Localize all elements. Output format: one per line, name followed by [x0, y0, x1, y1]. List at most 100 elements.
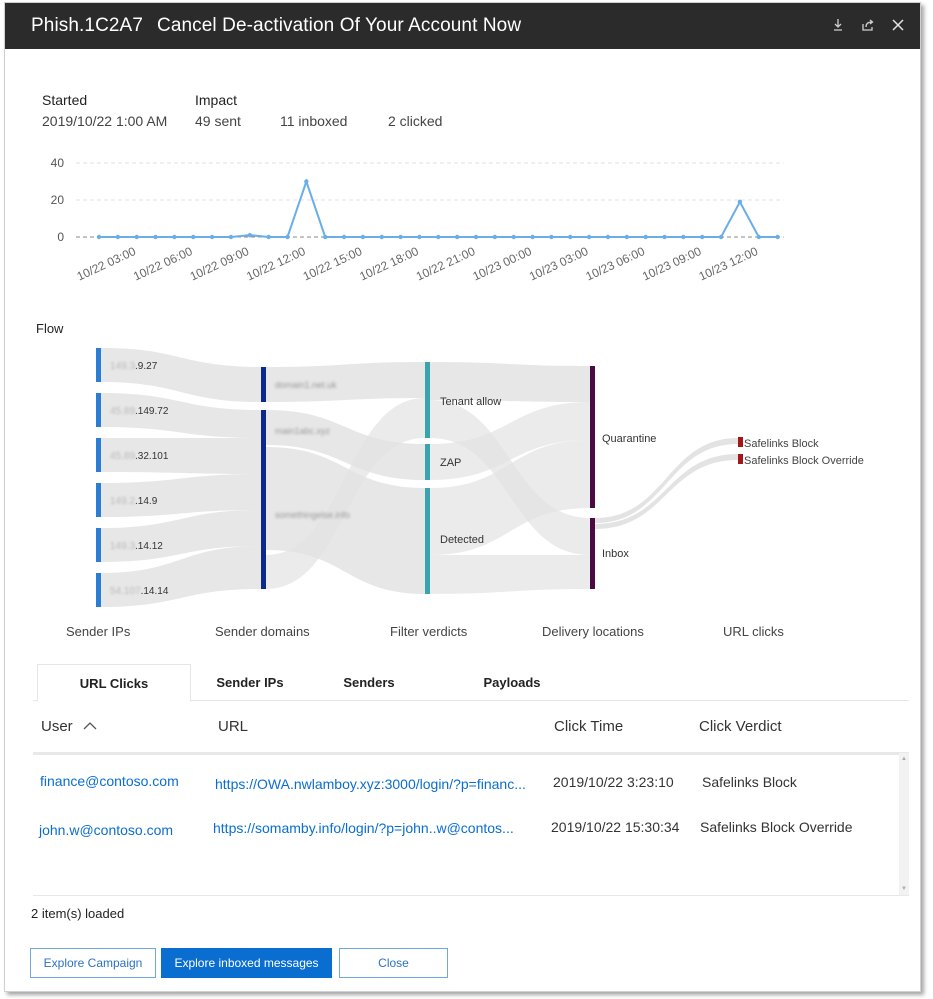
data-point	[530, 234, 535, 240]
clicked-count: 2 clicked	[388, 113, 443, 129]
items-loaded-status: 2 item(s) loaded	[31, 906, 125, 921]
x-tick-label: 10/22 09:00	[188, 244, 252, 284]
column-header-user[interactable]: User	[41, 718, 97, 735]
explore-campaign-button[interactable]: Explore Campaign	[30, 948, 156, 978]
campaign-title: Cancel De-activation Of Your Account Now	[157, 15, 522, 36]
sender-domain-label: domain1.net.uk	[275, 380, 337, 390]
url-click-node	[738, 454, 743, 464]
data-point	[718, 234, 724, 240]
tab-senders[interactable]: Senders	[339, 664, 399, 700]
stage-label-filter-verdicts: Filter verdicts	[390, 624, 468, 639]
data-point	[153, 234, 158, 240]
data-point	[586, 234, 592, 240]
data-point	[436, 234, 441, 240]
impact-label: Impact	[195, 92, 238, 108]
table-row[interactable]: finance@contoso.com https://OWA.nwlamboy…	[33, 771, 893, 811]
data-point	[323, 234, 328, 240]
sender-ip-label: 149.3.14.12	[110, 541, 163, 552]
tab-sender-ips[interactable]: Sender IPs	[213, 664, 287, 700]
x-tick-label: 10/22 03:00	[75, 244, 139, 284]
data-point	[511, 234, 516, 240]
x-tick-label: 10/23 03:00	[527, 244, 591, 284]
inboxed-count: 11 inboxed	[280, 113, 348, 129]
x-tick-label: 10/22 21:00	[414, 244, 478, 284]
sender-ip-node	[96, 483, 101, 517]
url-click-label: Safelinks Block Override	[744, 455, 864, 467]
scroll-down-arrow-icon[interactable]: ▼	[901, 886, 907, 892]
explore-inboxed-messages-button[interactable]: Explore inboxed messages	[161, 948, 332, 978]
series-line	[99, 178, 778, 238]
tab-url-clicks[interactable]: URL Clicks	[37, 664, 191, 702]
data-point	[417, 234, 422, 240]
url-click-label: Safelinks Block	[744, 438, 819, 450]
column-header-click-verdict[interactable]: Click Verdict	[699, 718, 782, 735]
flow-link	[595, 438, 738, 523]
click-time: 2019/10/22 15:30:34	[551, 819, 680, 835]
sender-domain-label: somethingelse.info	[275, 510, 350, 520]
close-button[interactable]: Close	[339, 948, 448, 978]
stage-label-delivery-locations: Delivery locations	[542, 624, 644, 639]
user-link[interactable]: john.w@contoso.com	[39, 822, 173, 838]
scroll-up-arrow-icon[interactable]: ▲	[901, 756, 907, 762]
x-tick-label: 10/23 06:00	[584, 244, 648, 284]
delivery-location-node	[590, 518, 595, 589]
click-verdict: Safelinks Block Override	[700, 819, 853, 835]
filter-verdict-node	[425, 488, 430, 594]
click-time: 2019/10/22 3:23:10	[553, 774, 674, 790]
data-point	[643, 234, 648, 240]
sender-ip-label: 149.2.14.9	[110, 496, 158, 507]
url-clicks-table: finance@contoso.com https://OWA.nwlamboy…	[33, 753, 909, 896]
data-point	[605, 234, 611, 240]
data-point	[379, 234, 384, 240]
flow-link	[430, 555, 590, 594]
sender-ip-label: 45.89.32.101	[110, 451, 169, 462]
sender-ip-node	[96, 348, 101, 382]
url-link[interactable]: https://OWA.nwlamboy.xyz:3000/login/?p=f…	[215, 776, 526, 792]
sender-domain-label: main1abc.xyz	[275, 426, 331, 436]
sender-domain-node	[261, 410, 266, 589]
sender-ip-label: 54.107.14.14	[110, 586, 169, 597]
sender-ip-label: 45.89.149.72	[110, 406, 169, 417]
close-icon[interactable]	[890, 17, 906, 33]
table-scrollbar[interactable]: ▲ ▼	[899, 753, 909, 895]
data-point	[134, 234, 139, 240]
started-value: 2019/10/22 1:00 AM	[42, 113, 168, 129]
data-point	[172, 234, 177, 240]
share-icon[interactable]	[860, 17, 876, 33]
data-point	[549, 234, 554, 240]
y-tick-label: 40	[51, 156, 65, 170]
table-header: User URL Click Time Click Verdict	[33, 706, 909, 755]
data-point	[398, 234, 403, 240]
filter-verdict-label: ZAP	[440, 457, 461, 469]
url-link[interactable]: https://somamby.info/login/?p=john..w@co…	[213, 820, 514, 836]
data-point	[266, 234, 271, 240]
details-tabs: URL Clicks Sender IPs Senders Payloads	[33, 664, 909, 702]
data-point	[209, 234, 215, 240]
delivery-location-node	[590, 366, 595, 508]
campaign-id: Phish.1C2A7	[31, 15, 144, 36]
sort-ascending-icon	[83, 722, 97, 730]
download-icon[interactable]	[830, 17, 846, 33]
column-header-url[interactable]: URL	[218, 718, 248, 735]
sent-count: 49 sent	[195, 113, 241, 129]
window-title: Phish.1C2A7 Cancel De-activation Of Your …	[31, 15, 521, 37]
data-point	[775, 234, 780, 240]
data-point	[737, 199, 743, 205]
data-point	[247, 232, 252, 238]
stage-label-sender-domains: Sender domains	[215, 624, 310, 639]
filter-verdict-node	[425, 444, 430, 480]
data-point	[756, 234, 761, 240]
url-click-node	[738, 437, 743, 447]
table-row[interactable]: john.w@contoso.com https://somamby.info/…	[33, 816, 893, 856]
sender-ip-node	[96, 528, 101, 562]
user-link[interactable]: finance@contoso.com	[40, 773, 179, 789]
y-tick-label: 20	[51, 193, 65, 207]
delivery-location-label: Inbox	[602, 548, 629, 560]
data-point	[115, 234, 121, 240]
x-tick-label: 10/22 12:00	[244, 244, 308, 284]
column-header-click-time[interactable]: Click Time	[554, 718, 623, 735]
delivery-location-label: Quarantine	[602, 433, 656, 445]
stage-label-sender-ips: Sender IPs	[66, 624, 131, 639]
tab-payloads[interactable]: Payloads	[479, 664, 545, 700]
x-tick-label: 10/23 09:00	[640, 244, 704, 284]
